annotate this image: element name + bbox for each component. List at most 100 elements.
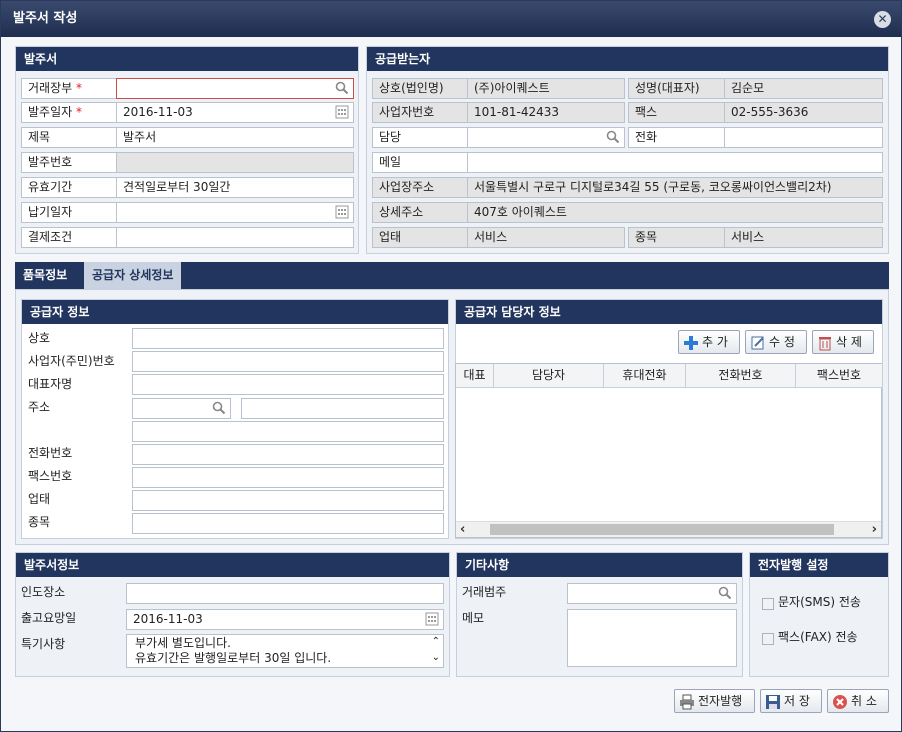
validity-input[interactable]: 견적일로부터 30일간 bbox=[116, 177, 354, 198]
tab-items[interactable]: 품목정보 bbox=[15, 262, 75, 289]
cancel-icon bbox=[833, 694, 847, 709]
search-icon[interactable] bbox=[212, 401, 226, 415]
tab-supplier-detail[interactable]: 공급자 상세정보 bbox=[84, 262, 182, 289]
supplier-regno-input[interactable] bbox=[132, 351, 444, 372]
scroll-right-icon[interactable]: › bbox=[872, 522, 877, 537]
special-note-textarea[interactable]: 부가세 별도입니다. 유효기간은 발행일로부터 30일 입니다. ⌃ ⌄ bbox=[126, 634, 444, 668]
supplier-ceo-input[interactable] bbox=[132, 374, 444, 395]
supplier-phone-input[interactable] bbox=[132, 444, 444, 465]
search-icon[interactable] bbox=[335, 81, 349, 95]
fax-checkbox[interactable] bbox=[762, 633, 774, 645]
label-delivery-place: 인도장소 bbox=[21, 585, 66, 599]
phone-input[interactable] bbox=[724, 127, 883, 148]
payment-input[interactable] bbox=[116, 227, 354, 248]
column-header[interactable]: 담당자 bbox=[494, 364, 604, 388]
label-ceo: 대표자명 bbox=[28, 377, 73, 391]
dialog-title: 발주서 작성 bbox=[1, 1, 901, 37]
supplier-address-input[interactable] bbox=[241, 398, 444, 419]
field-label-bizno: 사업자번호 bbox=[372, 102, 468, 123]
add-contact-button[interactable]: 추 가 bbox=[678, 330, 740, 354]
column-header[interactable]: 팩스번호 bbox=[796, 364, 882, 388]
detail-address-value: 407호 아이퀘스트 bbox=[467, 202, 883, 223]
etc-panel-header: 기타사항 bbox=[457, 553, 742, 577]
biztype-value: 서비스 bbox=[467, 227, 625, 248]
supplier-fax-input[interactable] bbox=[132, 467, 444, 488]
tab-bar: 품목정보 공급자 상세정보 bbox=[15, 262, 889, 289]
cancel-button[interactable]: 취 소 bbox=[827, 689, 889, 713]
bizitem-value: 서비스 bbox=[724, 227, 883, 248]
company-value: (주)아이퀘스트 bbox=[467, 78, 625, 99]
label-ship-date: 출고요망일 bbox=[21, 611, 77, 625]
column-header[interactable]: 대표 bbox=[456, 364, 494, 388]
manager-input[interactable] bbox=[467, 127, 625, 148]
email-input[interactable] bbox=[467, 152, 883, 173]
supplier-biztype-input[interactable] bbox=[132, 490, 444, 511]
scrollbar-thumb[interactable] bbox=[490, 524, 834, 535]
calendar-icon[interactable] bbox=[335, 205, 349, 219]
note-line: 유효기간은 발행일로부터 30일 입니다. bbox=[135, 651, 332, 665]
order-date-input[interactable]: 2016-11-03 bbox=[116, 102, 354, 123]
label-memo: 메모 bbox=[462, 611, 485, 625]
label-address: 주소 bbox=[28, 400, 51, 414]
title-input[interactable]: 발주서 bbox=[116, 127, 354, 148]
delete-contact-button[interactable]: 삭 제 bbox=[812, 330, 874, 354]
note-line: 부가세 별도입니다. bbox=[135, 636, 231, 650]
save-icon bbox=[766, 694, 780, 709]
close-icon[interactable]: ✕ bbox=[874, 11, 891, 28]
issue-button[interactable]: 전자발행 bbox=[674, 689, 755, 713]
label-regno: 사업자(주민)번호 bbox=[28, 354, 115, 368]
field-label-bizitem: 종목 bbox=[628, 227, 725, 248]
field-label-order-date: 발주일자 * bbox=[21, 102, 117, 123]
orderinfo-panel-header: 발주서정보 bbox=[16, 553, 449, 577]
delivery-date-input[interactable] bbox=[116, 202, 354, 223]
scroll-up-icon[interactable]: ⌃ bbox=[432, 635, 440, 649]
supplier-bizitem-input[interactable] bbox=[132, 513, 444, 534]
edit-contact-button[interactable]: 수 정 bbox=[745, 330, 807, 354]
receiver-panel-header: 공급받는자 bbox=[367, 47, 888, 71]
label-special-note: 특기사항 bbox=[21, 637, 66, 651]
address-value: 서울특별시 구로구 디지털로34길 55 (구로동, 코오롱싸이언스밸리2차) bbox=[467, 177, 883, 198]
trash-icon bbox=[819, 336, 831, 350]
field-label-payment: 결제조건 bbox=[21, 227, 117, 248]
contacts-panel-header: 공급자 담당자 정보 bbox=[456, 300, 882, 324]
field-label-phone: 전화 bbox=[628, 127, 725, 148]
column-header[interactable]: 휴대전화 bbox=[604, 364, 686, 388]
column-header[interactable]: 전화번호 bbox=[686, 364, 796, 388]
label-bizitem: 종목 bbox=[28, 515, 51, 529]
sms-checkbox[interactable] bbox=[762, 598, 774, 610]
sms-label: 문자(SMS) 전송 bbox=[778, 595, 861, 609]
field-label-fax: 팩스 bbox=[628, 102, 725, 123]
category-input[interactable] bbox=[567, 583, 737, 604]
search-icon[interactable] bbox=[718, 586, 732, 600]
label-biztype: 업태 bbox=[28, 492, 51, 506]
label-phone: 전화번호 bbox=[28, 446, 73, 460]
scroll-left-icon[interactable]: ‹ bbox=[460, 522, 465, 537]
field-label-address: 사업장주소 bbox=[372, 177, 468, 198]
calendar-icon[interactable] bbox=[335, 105, 349, 119]
label-fax: 팩스번호 bbox=[28, 469, 73, 483]
delivery-place-input[interactable] bbox=[126, 583, 444, 604]
epub-panel: 전자발행 설정 bbox=[749, 552, 889, 677]
ledger-input[interactable] bbox=[116, 78, 354, 99]
scroll-down-icon[interactable]: ⌄ bbox=[432, 651, 440, 665]
search-icon[interactable] bbox=[606, 130, 620, 144]
fax-label: 팩스(FAX) 전송 bbox=[778, 630, 858, 644]
field-label-order-no: 발주번호 bbox=[21, 152, 117, 173]
save-button[interactable]: 저 장 bbox=[760, 689, 822, 713]
order-no-input bbox=[116, 152, 354, 173]
supplier-address-detail-input[interactable] bbox=[132, 421, 444, 442]
order-panel-header: 발주서 bbox=[16, 47, 358, 71]
calendar-icon[interactable] bbox=[425, 612, 439, 626]
printer-icon bbox=[680, 694, 694, 709]
memo-textarea[interactable] bbox=[567, 609, 737, 667]
contacts-table: 대표 담당자 휴대전화 전화번호 팩스번호 ‹ › bbox=[455, 363, 882, 538]
supplier-company-input[interactable] bbox=[132, 328, 444, 349]
bizno-value: 101-81-42433 bbox=[467, 102, 625, 123]
field-label-ledger: 거래장부 * bbox=[21, 78, 117, 99]
ship-date-input[interactable]: 2016-11-03 bbox=[126, 609, 444, 630]
horizontal-scrollbar[interactable]: ‹ › bbox=[456, 521, 881, 537]
field-label-company: 상호(법인명) bbox=[372, 78, 468, 99]
supplier-panel-header: 공급자 정보 bbox=[22, 300, 448, 324]
field-label-email: 메일 bbox=[372, 152, 468, 173]
field-label-delivery-date: 납기일자 bbox=[21, 202, 117, 223]
